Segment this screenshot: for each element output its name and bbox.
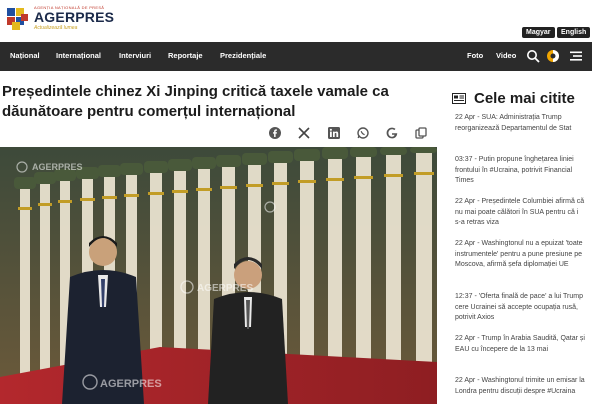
news-item[interactable]: 22 Apr - Washingtonul trimite un emisar … <box>455 376 585 397</box>
site-header: Agenția Națională de Presă AGERPRES Actu… <box>0 0 592 42</box>
news-time: 22 Apr <box>455 240 476 247</box>
brand-name: AGERPRES <box>34 9 115 25</box>
news-item[interactable]: 22 Apr - Washingtonul nu a epuizat 'toat… <box>455 239 585 271</box>
article-title: Președintele chinez Xi Jinping critică t… <box>2 83 389 120</box>
whatsapp-share-icon[interactable] <box>357 127 369 139</box>
main-nav: Național Internațional Interviuri Report… <box>0 42 592 71</box>
nav-item-international[interactable]: Internațional <box>56 51 101 60</box>
news-title: - Washingtonul nu a epuizat 'toate instr… <box>455 240 583 268</box>
photo-watermark-2: AGERPRES <box>197 283 253 294</box>
google-share-icon[interactable] <box>386 127 398 139</box>
news-title: - Trump în Arabia Saudită, Qatar și EAU … <box>455 335 585 353</box>
copy-link-icon[interactable] <box>415 127 427 139</box>
agerpres-logo-icon[interactable] <box>5 6 31 32</box>
photo-illustration: AGERPRES AGERPRES AGERPRES <box>0 147 437 404</box>
linkedin-share-icon[interactable] <box>328 127 340 139</box>
brand-block[interactable]: Agenția Națională de Presă AGERPRES Actu… <box>34 5 114 31</box>
news-item[interactable]: 22 Apr - Trump în Arabia Saudită, Qatar … <box>455 334 585 355</box>
news-title: - Putin propune înghețarea liniei frontu… <box>455 156 574 184</box>
photo-watermark-1: AGERPRES <box>32 162 83 172</box>
news-item[interactable]: 03:37 - Putin propune înghețarea liniei … <box>455 155 585 187</box>
news-time: 22 Apr <box>455 377 476 384</box>
nav-item-video[interactable]: Video <box>496 51 516 60</box>
nav-item-foto[interactable]: Foto <box>467 51 483 60</box>
news-time: 22 Apr <box>455 198 476 205</box>
news-title: - Președintele Columbiei afirmă că nu ma… <box>455 198 585 226</box>
photo-watermark-3: AGERPRES <box>100 378 162 390</box>
nav-item-national[interactable]: Național <box>10 51 40 60</box>
most-read-icon <box>452 93 466 104</box>
lang-magyar-button[interactable]: Magyar <box>522 27 555 38</box>
news-time: 03:37 <box>455 156 473 163</box>
news-title: - Washingtonul trimite un emisar la Lond… <box>455 377 585 395</box>
theme-toggle-icon[interactable] <box>546 49 560 63</box>
news-time: 12:37 <box>455 293 473 300</box>
nav-item-interviews[interactable]: Interviuri <box>119 51 151 60</box>
news-time: 22 Apr <box>455 335 476 342</box>
hamburger-menu-icon[interactable] <box>569 49 583 63</box>
news-item[interactable]: 22 Apr - SUA: Administrația Trump reorga… <box>455 113 585 134</box>
most-read-title: Cele mai citite <box>474 90 575 107</box>
news-time: 22 Apr <box>455 114 476 121</box>
news-item[interactable]: 22 Apr - Președintele Columbiei afirmă c… <box>455 197 585 229</box>
x-share-icon[interactable] <box>298 127 310 139</box>
news-title: - 'Oferta finală de pace' a lui Trump ce… <box>455 293 583 321</box>
news-item[interactable]: 12:37 - 'Oferta finală de pace' a lui Tr… <box>455 292 585 324</box>
article-photo[interactable]: AGERPRES AGERPRES AGERPRES <box>0 147 437 404</box>
search-icon[interactable] <box>526 49 540 63</box>
facebook-share-icon[interactable] <box>269 127 281 139</box>
lang-english-button[interactable]: English <box>557 27 591 38</box>
nav-item-prezidentiale[interactable]: Prezidențiale <box>220 51 266 60</box>
brand-slogan: Actualizează lumea <box>34 25 78 31</box>
nav-item-reportaje[interactable]: Reportaje <box>168 51 203 60</box>
